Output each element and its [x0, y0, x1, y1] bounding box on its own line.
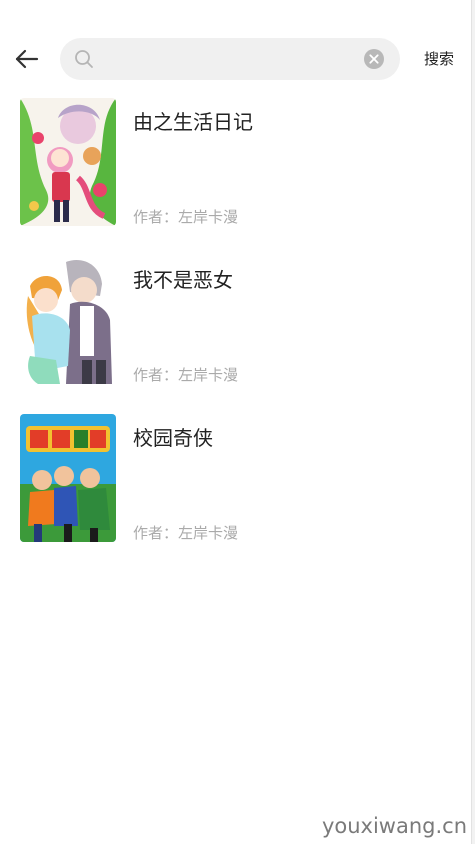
comic-cover-image[interactable] — [20, 98, 116, 226]
result-list: 由之生活日记 作者：左岸卡漫 我不是恶女 作者：左岸卡漫 校园奇侠 作者：左岸卡… — [0, 98, 470, 572]
comic-cover-image[interactable] — [20, 256, 116, 384]
comic-author: 作者：左岸卡漫 — [133, 364, 238, 385]
author-label: 作者： — [133, 208, 179, 226]
search-input[interactable] — [104, 46, 358, 74]
author-name: 左岸卡漫 — [178, 366, 239, 384]
author-label: 作者： — [133, 366, 179, 384]
comic-title[interactable]: 我不是恶女 — [133, 264, 233, 293]
comic-title[interactable]: 校园奇侠 — [133, 422, 213, 451]
list-item[interactable]: 由之生活日记 作者：左岸卡漫 — [0, 98, 470, 256]
comic-title[interactable]: 由之生活日记 — [133, 106, 253, 135]
author-name: 左岸卡漫 — [178, 524, 239, 542]
comic-author: 作者：左岸卡漫 — [133, 206, 238, 227]
site-watermark: youxiwang.cn — [321, 814, 467, 838]
back-button[interactable] — [12, 44, 42, 74]
search-header: 搜索 — [0, 38, 470, 82]
arrow-left-icon — [15, 49, 39, 69]
clear-icon[interactable] — [364, 49, 384, 69]
comic-cover-image[interactable] — [20, 414, 116, 542]
comic-author: 作者：左岸卡漫 — [133, 522, 238, 543]
search-box[interactable] — [60, 38, 400, 80]
search-button[interactable]: 搜索 — [414, 48, 464, 70]
search-icon — [75, 50, 93, 68]
author-label: 作者： — [133, 524, 179, 542]
list-item[interactable]: 校园奇侠 作者：左岸卡漫 — [0, 414, 470, 572]
window-edge — [471, 0, 475, 844]
list-item[interactable]: 我不是恶女 作者：左岸卡漫 — [0, 256, 470, 414]
author-name: 左岸卡漫 — [178, 208, 239, 226]
